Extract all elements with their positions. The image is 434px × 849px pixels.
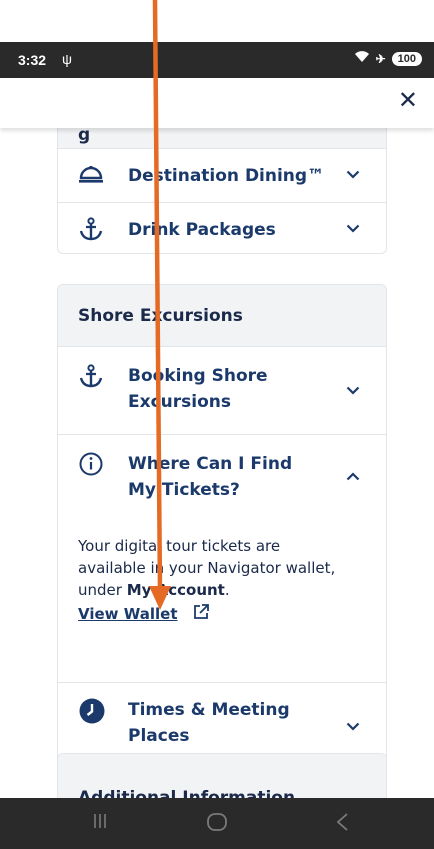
- dining-card-header: g: [58, 128, 386, 149]
- chevron-down-icon: [346, 383, 360, 399]
- faq-label-line1: Times & Meeting: [128, 700, 290, 720]
- chevron-down-icon: [346, 221, 360, 237]
- chevron-down-icon: [346, 719, 360, 735]
- faq-answer-line: under My Account.: [78, 579, 366, 601]
- info-icon: [78, 451, 104, 482]
- anchor-icon: [78, 363, 104, 394]
- home-icon[interactable]: [206, 812, 228, 837]
- additional-info-card: Additional Information: [57, 753, 387, 798]
- faq-row-booking-shore-excursions[interactable]: Booking Shore Excursions: [58, 347, 386, 435]
- status-icons: ✈ 100: [354, 51, 422, 66]
- faq-answer-line: available in your Navigator wallet,: [78, 559, 336, 577]
- dining-card-title: g: [78, 128, 91, 145]
- my-account-text: My Account: [126, 581, 225, 599]
- wifi-icon: [354, 51, 370, 66]
- faq-answer: Your digital tour tickets are available …: [58, 523, 386, 627]
- android-nav-bar: [0, 798, 434, 849]
- status-time: 3:32: [18, 52, 47, 68]
- status-bar: 3:32 ψ ✈ 100: [0, 42, 434, 78]
- answer-text: .: [224, 581, 230, 599]
- shore-excursions-card: Shore Excursions Booking Shore Excursion…: [57, 284, 387, 778]
- usb-icon: ψ: [62, 51, 72, 67]
- faq-row-destination-dining[interactable]: Destination Dining™: [58, 149, 386, 203]
- faq-answer-line: Your digital tour tickets are: [78, 537, 281, 555]
- scroll-content[interactable]: g Destination Dining™ Drink Packages Sho…: [0, 128, 434, 798]
- section-title: Additional Information: [78, 787, 296, 799]
- faq-label-line1: Booking Shore: [128, 366, 268, 386]
- airplane-icon: ✈: [375, 51, 386, 66]
- section-title: Shore Excursions: [78, 305, 243, 326]
- view-wallet-link[interactable]: View Wallet: [78, 605, 178, 623]
- cloche-icon: [78, 163, 104, 190]
- faq-row-where-tickets[interactable]: Where Can I Find My Tickets?: [58, 435, 386, 523]
- faq-item-where-tickets: Where Can I Find My Tickets? Your digita…: [58, 435, 386, 683]
- faq-label-line2: Places: [128, 726, 190, 746]
- faq-label-line2: Excursions: [128, 392, 231, 412]
- answer-text: under: [78, 581, 127, 599]
- faq-label-line1: Where Can I Find: [128, 454, 293, 474]
- chevron-down-icon: [346, 167, 360, 183]
- faq-label: Destination Dining™: [128, 166, 325, 186]
- anchor-icon: [78, 216, 104, 247]
- faq-label: Drink Packages: [128, 220, 276, 240]
- back-icon[interactable]: [335, 812, 349, 837]
- chevron-up-icon: [346, 469, 360, 485]
- faq-label-line2: My Tickets?: [128, 480, 240, 500]
- view-wallet-row: View Wallet: [78, 603, 366, 627]
- top-margin: [0, 0, 434, 42]
- faq-row-drink-packages[interactable]: Drink Packages: [58, 203, 386, 253]
- recents-icon[interactable]: [92, 812, 108, 835]
- clock-icon: [78, 697, 106, 730]
- battery-indicator: 100: [391, 51, 422, 66]
- close-icon[interactable]: ✕: [398, 88, 418, 112]
- dining-card: g Destination Dining™ Drink Packages: [57, 128, 387, 254]
- external-link-icon[interactable]: [192, 603, 210, 627]
- modal-header: ✕: [0, 78, 434, 128]
- additional-info-header[interactable]: Additional Information: [58, 754, 386, 798]
- shore-excursions-header: Shore Excursions: [58, 285, 386, 347]
